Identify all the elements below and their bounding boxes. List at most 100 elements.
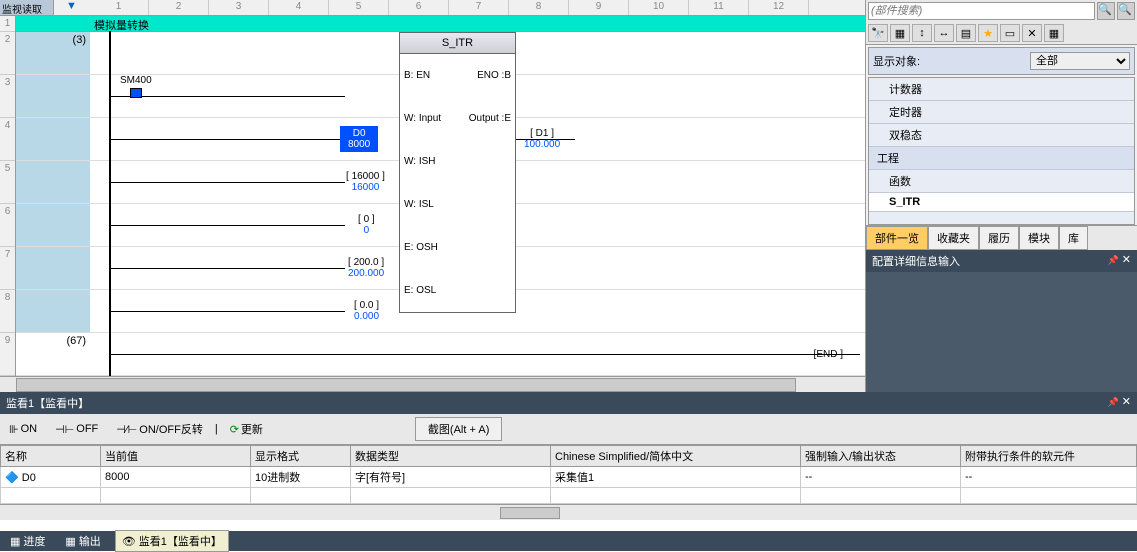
step-cell-title [16, 16, 90, 32]
row-num-3: 3 [0, 75, 15, 118]
watch-scrollbar[interactable] [0, 504, 1137, 520]
mode-label: 监视读取 [0, 0, 54, 15]
onoff-toggle-button[interactable]: ⊣⁄⊢ON/OFF反转 [110, 419, 209, 439]
col-force[interactable]: 强制输入/输出状态 [801, 446, 961, 467]
tree-item-timer[interactable]: 定时器 [869, 101, 1134, 124]
watch-pin-icon[interactable]: 📌 [1108, 397, 1119, 407]
col-lang[interactable]: Chinese Simplified/简体中文 [551, 446, 801, 467]
tool-btn-7[interactable]: ▭ [1000, 24, 1020, 42]
display-target-select[interactable]: 全部 [1030, 52, 1130, 70]
watch-close-icon[interactable]: ✕ [1122, 396, 1131, 408]
tree-item-function[interactable]: 函数 [869, 170, 1134, 193]
col-name[interactable]: 名称 [1, 446, 101, 467]
watch-panel: 监看1【监看中】 📌 ✕ ⊪ON ⊣⊢OFF ⊣⁄⊢ON/OFF反转 | ⟳ 更… [0, 392, 1137, 520]
ladder-body[interactable]: 1 2 3 4 5 6 7 8 9 (3) (67) [0, 16, 865, 376]
tree-item-counter[interactable]: 计数器 [869, 78, 1134, 101]
param-ish[interactable]: [ 16000 ] 16000 [346, 171, 385, 193]
tree-item-sitr[interactable]: S_ITR [869, 193, 1134, 212]
col-datatype[interactable]: 数据类型 [351, 446, 551, 467]
diagram-canvas[interactable]: 模拟量转换 SM400 D0 [90, 16, 865, 376]
fb-port-ish: W: ISH [404, 156, 435, 167]
watch-table[interactable]: 名称 当前值 显示格式 数据类型 Chinese Simplified/简体中文… [0, 445, 1137, 504]
on-button[interactable]: ⊪ON [3, 421, 43, 438]
binoculars-icon[interactable]: 🔭 [868, 24, 888, 42]
col-1: 1 [89, 0, 149, 15]
horizontal-scrollbar[interactable] [0, 376, 865, 392]
status-bar: ▦ 进度 ▦ 输出 👁 监看1【监看中】 [0, 531, 1137, 551]
tree-item-bistable[interactable]: 双稳态 [869, 124, 1134, 147]
tool-btn-3[interactable]: ↕ [912, 24, 932, 42]
cell-format[interactable]: 10进制数 [251, 467, 351, 488]
step-cell-r7 [16, 247, 90, 290]
col-device[interactable]: 附带执行条件的软元件 [961, 446, 1137, 467]
cell-device[interactable]: -- [961, 467, 1137, 488]
row-num-8: 8 [0, 290, 15, 333]
watch-row-empty[interactable] [1, 488, 1137, 504]
row-num-5: 5 [0, 161, 15, 204]
tool-btn-9[interactable]: ▦ [1044, 24, 1064, 42]
detail-body[interactable] [866, 272, 1137, 392]
contact-label: SM400 [120, 75, 152, 86]
col-format[interactable]: 显示格式 [251, 446, 351, 467]
param-d1-value: 100.000 [524, 139, 560, 150]
function-block-sitr[interactable]: S_ITR B: EN ENO :B W: Input Output :E W:… [399, 32, 516, 313]
close-icon[interactable]: ✕ [1122, 254, 1131, 266]
screenshot-button[interactable]: 截图(Alt + A) [415, 417, 502, 441]
col-11: 11 [689, 0, 749, 15]
param-osl[interactable]: [ 0.0 ] 0.000 [354, 300, 379, 322]
cell-datatype[interactable]: 字[有符号] [351, 467, 551, 488]
parts-tree[interactable]: 计数器 定时器 双稳态 工程 函数 S_ITR [868, 77, 1135, 225]
param-isl-label: 0 [364, 214, 370, 225]
contact-sm400[interactable]: SM400 [120, 75, 152, 98]
favorite-icon[interactable]: ★ [978, 24, 998, 42]
param-osh[interactable]: [ 200.0 ] 200.000 [348, 257, 384, 279]
tool-btn-4[interactable]: ↔ [934, 24, 954, 42]
off-button[interactable]: ⊣⊢OFF [49, 421, 104, 438]
pin-icon[interactable]: 📌 [1108, 255, 1119, 265]
step-cell-3: (3) [16, 32, 90, 75]
tool-btn-2[interactable]: ▦ [890, 24, 910, 42]
step-cell-r6 [16, 204, 90, 247]
detail-title: 配置详细信息输入 [872, 253, 960, 269]
col-8: 8 [509, 0, 569, 15]
cell-current[interactable]: 8000 [101, 467, 251, 488]
scroll-dropdown-icon[interactable]: ▼ [54, 0, 89, 15]
col-6: 6 [389, 0, 449, 15]
tab-parts[interactable]: 部件一览 [866, 226, 928, 250]
status-progress[interactable]: ▦ 进度 [4, 531, 51, 551]
row-num-4: 4 [0, 118, 15, 161]
param-d1[interactable]: [ D1 ] 100.000 [524, 128, 560, 150]
tab-favorites[interactable]: 收藏夹 [928, 226, 979, 250]
parts-panel: 🔍 🔍 🔭 ▦ ↕ ↔ ▤ ★ ▭ ✕ ▦ 显示对象: 全部 计数器 定时器 双… [866, 0, 1137, 392]
step-cell-67: (67) [16, 333, 90, 376]
status-watch[interactable]: 👁 监看1【监看中】 [115, 530, 229, 552]
fb-port-osl: E: OSL [404, 285, 436, 296]
tab-history[interactable]: 履历 [979, 226, 1019, 250]
delete-icon[interactable]: ✕ [1022, 24, 1042, 42]
cell-lang[interactable]: 采集值1 [551, 467, 801, 488]
ladder-diagram-area: 监视读取 ▼ 1 2 3 4 5 6 7 8 9 10 11 12 1 2 3 … [0, 0, 866, 392]
tool-btn-5[interactable]: ▤ [956, 24, 976, 42]
watch-row-d0[interactable]: 🔷 D0 8000 10进制数 字[有符号] 采集值1 -- -- [1, 467, 1137, 488]
tree-item-project[interactable]: 工程 [869, 147, 1134, 170]
cell-force[interactable]: -- [801, 467, 961, 488]
param-d0-value: 8000 [348, 139, 370, 150]
col-9: 9 [569, 0, 629, 15]
update-button[interactable]: ⟳ 更新 [224, 419, 269, 439]
tab-library[interactable]: 库 [1059, 226, 1088, 250]
status-output[interactable]: ▦ 输出 [59, 531, 106, 551]
col-current[interactable]: 当前值 [101, 446, 251, 467]
row-num-6: 6 [0, 204, 15, 247]
tab-module[interactable]: 模块 [1019, 226, 1059, 250]
param-isl[interactable]: [ 0 ] 0 [358, 214, 375, 236]
param-d0[interactable]: D0 8000 [340, 126, 378, 152]
parts-search-input[interactable] [868, 2, 1095, 20]
scrollbar-thumb[interactable] [16, 378, 796, 392]
detail-panel: 配置详细信息输入 📌 ✕ [866, 250, 1137, 392]
search-button[interactable]: 🔍 [1097, 2, 1115, 20]
parts-toolbar: 🔭 ▦ ↕ ↔ ▤ ★ ▭ ✕ ▦ [866, 22, 1137, 45]
watch-scrollbar-thumb[interactable] [500, 507, 560, 519]
param-ish-value: 16000 [352, 182, 380, 193]
param-ish-label: 16000 [352, 171, 380, 182]
search-button-2[interactable]: 🔍 [1117, 2, 1135, 20]
